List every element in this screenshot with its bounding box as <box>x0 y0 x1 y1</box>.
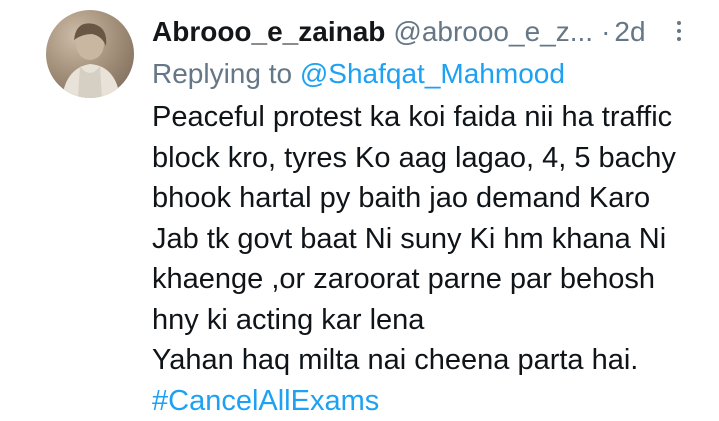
reply-to-link[interactable]: @Shafqat_Mahmood <box>300 58 565 89</box>
tweet-text-line: Peaceful protest ka koi faida nii ha tra… <box>152 101 673 133</box>
tweet-text-line: hny ki acting kar lena <box>152 303 425 336</box>
tweet-text-line: Yahan haq milta nai cheena parta hai. <box>152 344 639 376</box>
tweet-text-line: block kro, tyres Ko aag lagao, 4, 5 bach… <box>152 141 676 174</box>
tweet-text-line: Jab tk govt baat Ni suny Ki hm khana Ni <box>152 222 667 255</box>
replying-to: Replying to @Shafqat_Mahmood <box>152 56 565 92</box>
tweet[interactable]: Abrooo_e_zainab @abrooo_e_z... · 2d Repl… <box>0 0 719 417</box>
tweet-text-line: khaenge ,or zaroorat parne par behosh <box>152 263 656 295</box>
tweet-text-line: bhook hartal py baith jao demand Karo <box>152 182 651 214</box>
separator-dot: · <box>601 16 611 47</box>
tweet-header: Abrooo_e_zainab @abrooo_e_z... · 2d <box>152 14 672 50</box>
avatar[interactable] <box>46 10 134 98</box>
hashtag-link[interactable]: #CancelAllExams <box>152 385 379 417</box>
more-vertical-icon[interactable] <box>664 14 694 48</box>
avatar-image <box>62 23 120 98</box>
reply-prefix: Replying to <box>152 58 293 89</box>
author-handle[interactable]: @abrooo_e_z... <box>393 14 593 50</box>
author-name[interactable]: Abrooo_e_zainab <box>152 14 385 50</box>
timestamp[interactable]: 2d <box>614 14 645 50</box>
tweet-text: Peaceful protest ka koi faida nii ha tra… <box>152 97 712 421</box>
